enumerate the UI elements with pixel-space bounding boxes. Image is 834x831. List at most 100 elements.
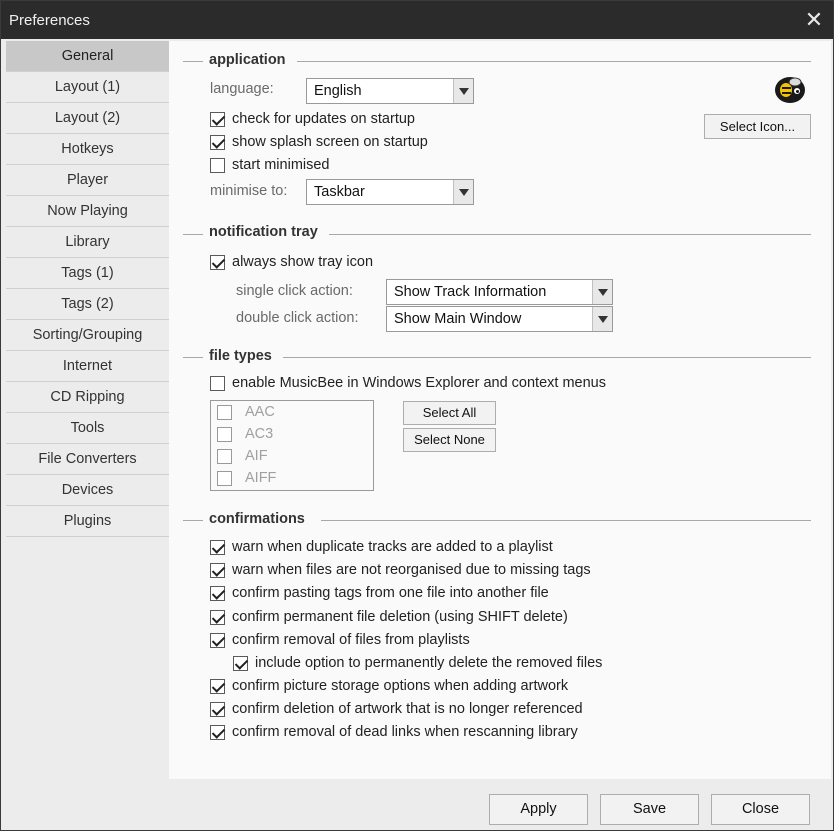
checkbox-box — [210, 134, 225, 150]
section-divider — [183, 234, 203, 235]
confirm-removal-playlists-checkbox[interactable]: confirm removal of files from playlists — [210, 632, 470, 648]
confirm-label: warn when duplicate tracks are added to … — [232, 539, 553, 555]
list-item[interactable]: AC3 — [217, 426, 273, 442]
sidebar-item-cd-ripping[interactable]: CD Ripping — [6, 382, 169, 413]
sidebar-item-tags-1[interactable]: Tags (1) — [6, 258, 169, 289]
confirm-missing-tags-checkbox[interactable]: warn when files are not reorganised due … — [210, 562, 591, 578]
checkbox-box — [210, 585, 225, 601]
double-click-select[interactable]: Show Main Window — [386, 306, 613, 332]
chevron-down-icon — [453, 180, 473, 204]
title-bar: Preferences ✕ — [1, 1, 833, 39]
chevron-down-icon — [453, 79, 473, 103]
checkbox-box — [210, 254, 225, 270]
sidebar-item-player[interactable]: Player — [6, 165, 169, 196]
general-settings-panel: application language: English Select Ico… — [169, 41, 831, 779]
section-divider — [183, 61, 203, 62]
checkbox-box — [217, 448, 232, 464]
confirm-label: confirm picture storage options when add… — [232, 678, 569, 694]
sidebar-item-internet[interactable]: Internet — [6, 351, 169, 382]
close-button[interactable]: Close — [711, 794, 810, 825]
confirm-permanent-deletion-checkbox[interactable]: confirm permanent file deletion (using S… — [210, 609, 568, 625]
single-click-label: single click action: — [236, 283, 353, 299]
confirm-label: confirm pasting tags from one file into … — [232, 585, 549, 601]
start-minimised-checkbox[interactable]: start minimised — [210, 157, 330, 173]
confirm-label: warn when files are not reorganised due … — [232, 562, 591, 578]
checkbox-box — [210, 562, 225, 578]
enable-explorer-label: enable MusicBee in Windows Explorer and … — [232, 375, 606, 391]
language-select[interactable]: English — [306, 78, 474, 104]
checkbox-box — [210, 609, 225, 625]
apply-button[interactable]: Apply — [489, 794, 588, 825]
section-divider — [183, 357, 203, 358]
sidebar-item-layout-2[interactable]: Layout (2) — [6, 103, 169, 134]
check-updates-label: check for updates on startup — [232, 111, 415, 127]
confirm-pasting-tags-checkbox[interactable]: confirm pasting tags from one file into … — [210, 585, 549, 601]
confirm-label: confirm removal of files from playlists — [232, 632, 470, 648]
list-item[interactable]: AIFF — [217, 470, 276, 486]
sidebar-item-general[interactable]: General — [6, 41, 169, 72]
checkbox-box — [210, 701, 225, 717]
notification-tray-section-title: notification tray — [209, 224, 318, 240]
confirm-artwork-deletion-checkbox[interactable]: confirm deletion of artwork that is no l… — [210, 701, 583, 717]
list-item[interactable]: AIF — [217, 448, 268, 464]
confirmations-section-title: confirmations — [209, 511, 305, 527]
checkbox-box — [210, 539, 225, 555]
chevron-down-icon — [592, 307, 612, 331]
checkbox-box — [217, 426, 232, 442]
sidebar-item-tags-2[interactable]: Tags (2) — [6, 289, 169, 320]
select-all-button[interactable]: Select All — [403, 401, 496, 425]
check-updates-checkbox[interactable]: check for updates on startup — [210, 111, 415, 127]
file-type-label: AAC — [245, 404, 275, 420]
section-divider — [297, 61, 811, 62]
confirm-duplicate-checkbox[interactable]: warn when duplicate tracks are added to … — [210, 539, 553, 555]
checkbox-box — [210, 111, 225, 127]
single-click-value: Show Track Information — [394, 284, 547, 300]
splash-screen-checkbox[interactable]: show splash screen on startup — [210, 134, 428, 150]
minimise-to-select[interactable]: Taskbar — [306, 179, 474, 205]
file-type-label: AIFF — [245, 470, 277, 486]
language-value: English — [314, 83, 362, 99]
confirm-label: include option to permanently delete the… — [255, 655, 603, 671]
splash-screen-label: show splash screen on startup — [232, 134, 428, 150]
single-click-select[interactable]: Show Track Information — [386, 279, 613, 305]
confirm-dead-links-checkbox[interactable]: confirm removal of dead links when resca… — [210, 724, 578, 740]
sidebar-item-now-playing[interactable]: Now Playing — [6, 196, 169, 227]
always-show-tray-checkbox[interactable]: always show tray icon — [210, 254, 373, 270]
always-show-tray-label: always show tray icon — [232, 254, 374, 270]
sidebar-item-hotkeys[interactable]: Hotkeys — [6, 134, 169, 165]
sidebar-item-sorting-grouping[interactable]: Sorting/Grouping — [6, 320, 169, 351]
checkbox-box — [233, 655, 248, 671]
sidebar-item-devices[interactable]: Devices — [6, 475, 169, 506]
list-item[interactable]: AAC — [217, 404, 275, 420]
checkbox-box — [210, 375, 225, 391]
sidebar-item-library[interactable]: Library — [6, 227, 169, 258]
section-divider — [183, 520, 203, 521]
footer-bar: Apply Save Close — [1, 779, 833, 830]
window-title: Preferences — [9, 12, 90, 29]
section-divider — [283, 357, 811, 358]
sidebar-item-plugins[interactable]: Plugins — [6, 506, 169, 537]
save-button[interactable]: Save — [600, 794, 699, 825]
checkbox-box — [210, 678, 225, 694]
confirm-label: confirm deletion of artwork that is no l… — [232, 701, 583, 717]
application-section-title: application — [209, 52, 286, 68]
sidebar-item-file-converters[interactable]: File Converters — [6, 444, 169, 475]
file-type-label: AC3 — [245, 426, 274, 442]
file-types-list[interactable]: AAC AC3 AIF AIFF — [210, 400, 374, 491]
language-label: language: — [210, 81, 274, 97]
close-icon[interactable]: ✕ — [801, 7, 827, 33]
select-icon-button[interactable]: Select Icon... — [704, 114, 811, 139]
sidebar-item-tools[interactable]: Tools — [6, 413, 169, 444]
include-permanent-delete-checkbox[interactable]: include option to permanently delete the… — [233, 655, 602, 671]
sidebar-item-layout-1[interactable]: Layout (1) — [6, 72, 169, 103]
section-divider — [321, 520, 811, 521]
section-divider — [329, 234, 811, 235]
confirm-label: confirm removal of dead links when resca… — [232, 724, 578, 740]
checkbox-box — [210, 157, 225, 173]
confirm-picture-storage-checkbox[interactable]: confirm picture storage options when add… — [210, 678, 568, 694]
select-none-button[interactable]: Select None — [403, 428, 496, 452]
checkbox-box — [217, 470, 232, 486]
minimise-to-label: minimise to: — [210, 183, 288, 199]
checkbox-box — [217, 404, 232, 420]
enable-explorer-checkbox[interactable]: enable MusicBee in Windows Explorer and … — [210, 375, 606, 391]
